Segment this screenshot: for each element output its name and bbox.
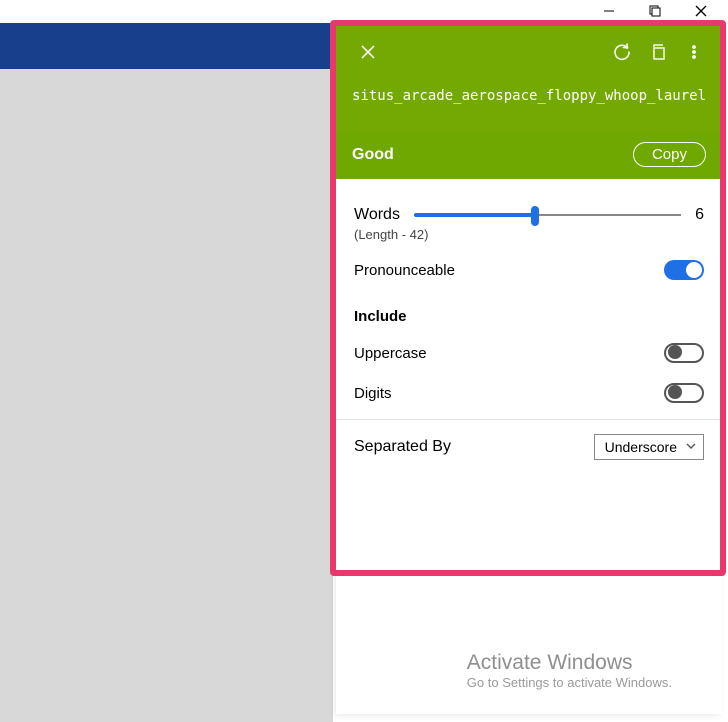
chevron-down-icon	[685, 439, 697, 455]
separator-selected: Underscore	[605, 439, 677, 455]
words-label: Words	[354, 206, 400, 224]
strength-label: Good	[352, 146, 394, 164]
include-title: Include	[354, 290, 704, 333]
window-caption-buttons	[600, 0, 728, 22]
digits-label: Digits	[354, 385, 392, 402]
pronounceable-toggle[interactable]	[664, 260, 704, 280]
watermark-title: Activate Windows	[467, 651, 672, 675]
uppercase-toggle[interactable]	[664, 343, 704, 363]
pronounceable-row: Pronounceable	[354, 250, 704, 290]
pronounceable-label: Pronounceable	[354, 262, 455, 279]
popup-header: situs_arcade_aerospace_floppy_whoop_laur…	[336, 24, 722, 179]
regenerate-icon[interactable]	[604, 34, 640, 70]
separator-row: Separated By Underscore	[354, 420, 704, 474]
copy-icon[interactable]	[640, 34, 676, 70]
window-close-button[interactable]	[692, 2, 710, 20]
popup-body: Words 6 (Length - 42) Pronounceable Incl…	[336, 179, 722, 474]
app-background-pane	[0, 69, 333, 722]
words-row: Words 6	[354, 193, 704, 225]
generated-password: situs_arcade_aerospace_floppy_whoop_laur…	[336, 80, 722, 132]
close-icon[interactable]	[350, 34, 386, 70]
words-slider[interactable]	[414, 205, 681, 225]
strength-banner: Good Copy	[336, 132, 722, 179]
password-generator-popup: situs_arcade_aerospace_floppy_whoop_laur…	[336, 24, 722, 714]
windows-activation-watermark: Activate Windows Go to Settings to activ…	[467, 651, 672, 690]
words-value: 6	[695, 206, 704, 224]
uppercase-row: Uppercase	[354, 333, 704, 373]
maximize-button[interactable]	[646, 2, 664, 20]
separator-select[interactable]: Underscore	[594, 434, 704, 460]
minimize-button[interactable]	[600, 2, 618, 20]
digits-row: Digits	[354, 373, 704, 413]
digits-toggle[interactable]	[664, 383, 704, 403]
more-icon[interactable]	[676, 34, 712, 70]
app-header-bar	[0, 23, 330, 69]
uppercase-label: Uppercase	[354, 345, 427, 362]
watermark-subtitle: Go to Settings to activate Windows.	[467, 675, 672, 690]
separator-label: Separated By	[354, 438, 451, 456]
length-label: (Length - 42)	[354, 227, 704, 242]
copy-button[interactable]: Copy	[633, 142, 706, 167]
